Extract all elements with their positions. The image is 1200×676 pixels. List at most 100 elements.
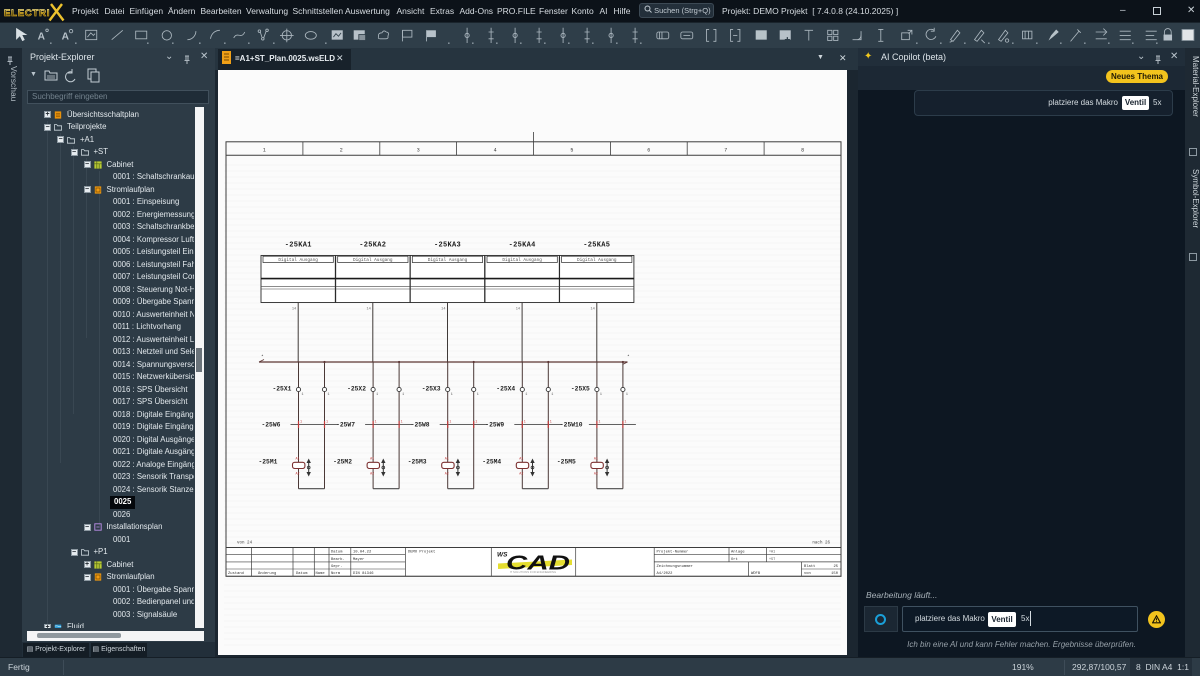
svg-text:6: 6 — [647, 148, 650, 154]
svg-text:+ST: +ST — [769, 558, 775, 562]
svg-text:-25KA3: -25KA3 — [434, 242, 461, 250]
svg-text:1: 1 — [402, 393, 404, 397]
svg-text:1: 1 — [302, 393, 304, 397]
svg-text:1: 1 — [449, 421, 451, 425]
svg-text:1: 1 — [328, 393, 330, 397]
svg-text:A1: A1 — [519, 458, 523, 462]
svg-text:Digital Ausgang: Digital Ausgang — [278, 258, 318, 263]
svg-text:Bearb.: Bearb. — [331, 557, 345, 562]
svg-text:1: 1 — [550, 421, 552, 425]
svg-text:14: 14 — [366, 308, 370, 312]
svg-text:-25KA1: -25KA1 — [285, 242, 312, 250]
svg-text:Gepr.: Gepr. — [331, 564, 342, 569]
svg-text:4: 4 — [494, 148, 497, 154]
svg-text:1: 1 — [598, 421, 600, 425]
svg-text:Ort: Ort — [731, 557, 738, 562]
svg-text:Zustand: Zustand — [228, 571, 244, 576]
svg-text:Zeichnungsnummer: Zeichnungsnummer — [657, 564, 693, 569]
svg-text:-25W10: -25W10 — [560, 422, 583, 429]
svg-text:A2: A2 — [370, 473, 374, 477]
svg-text:1: 1 — [477, 393, 479, 397]
svg-text:ELECTRI: ELECTRI — [4, 8, 50, 19]
svg-text:14: 14 — [292, 308, 296, 312]
svg-text:7: 7 — [724, 148, 727, 154]
svg-text:-25X5: -25X5 — [571, 386, 590, 393]
svg-text:150: 150 — [831, 572, 839, 576]
svg-text:1: 1 — [376, 393, 378, 397]
svg-text:-25M2: -25M2 — [333, 459, 352, 466]
svg-text:-25X4: -25X4 — [496, 386, 515, 393]
svg-text:A: A — [38, 32, 46, 43]
svg-text:-25W6: -25W6 — [262, 422, 281, 429]
svg-text:1: 1 — [551, 393, 553, 397]
svg-text:A2: A2 — [296, 473, 300, 477]
svg-text:nach 26: nach 26 — [812, 541, 830, 546]
svg-text:-25W7: -25W7 — [336, 422, 355, 429]
svg-text:-25W9: -25W9 — [485, 422, 504, 429]
svg-text:A1: A1 — [296, 458, 300, 462]
svg-text:=A1: =A1 — [769, 551, 775, 555]
svg-text:A2: A2 — [594, 473, 598, 477]
svg-text:1: 1 — [326, 421, 328, 425]
svg-text:Datum: Datum — [296, 572, 308, 576]
svg-text:1: 1 — [626, 393, 628, 397]
svg-text:1: 1 — [300, 421, 302, 425]
svg-text:1: 1 — [375, 421, 377, 425]
svg-text:DIN 81346: DIN 81346 — [353, 572, 374, 576]
svg-text:3: 3 — [417, 148, 420, 154]
svg-text:von: von — [804, 572, 811, 576]
svg-text:A1: A1 — [594, 458, 598, 462]
svg-text:-25M3: -25M3 — [408, 459, 427, 466]
svg-text:Blatt: Blatt — [804, 564, 815, 569]
svg-text:1: 1 — [624, 421, 626, 425]
svg-text:*: * — [627, 354, 630, 360]
svg-text:1: 1 — [600, 393, 602, 397]
svg-text:1: 1 — [524, 421, 526, 425]
svg-text:8: 8 — [801, 148, 804, 154]
svg-text:von 24: von 24 — [237, 542, 253, 546]
svg-text:IT SOLUTIONS FOR ENGINEERING: IT SOLUTIONS FOR ENGINEERING — [510, 570, 556, 574]
svg-text:WDFB: WDFB — [751, 572, 761, 576]
svg-text:*: * — [261, 354, 264, 360]
svg-text:A1: A1 — [445, 458, 449, 462]
svg-text:Anlage: Anlage — [731, 550, 745, 555]
svg-text:-25M1: -25M1 — [259, 459, 278, 466]
svg-text:A4/2022: A4/2022 — [657, 571, 674, 576]
svg-text:2: 2 — [340, 148, 343, 154]
svg-text:Datum: Datum — [331, 551, 343, 555]
svg-text:1: 1 — [401, 421, 403, 425]
svg-text:Digital Ausgang: Digital Ausgang — [353, 258, 393, 263]
svg-text:Digital Ausgang: Digital Ausgang — [428, 258, 468, 263]
svg-text:-25X2: -25X2 — [347, 386, 366, 393]
svg-text:-25M4: -25M4 — [482, 459, 501, 466]
svg-text:A2: A2 — [519, 473, 523, 477]
svg-text:Mayer: Mayer — [353, 557, 364, 562]
svg-text:1: 1 — [525, 393, 527, 397]
svg-text:-25KA4: -25KA4 — [509, 242, 536, 250]
svg-text:1: 1 — [451, 393, 453, 397]
svg-text:14: 14 — [516, 308, 520, 312]
svg-text:14: 14 — [441, 308, 445, 312]
svg-text:-25X1: -25X1 — [273, 386, 292, 393]
svg-text:-25M5: -25M5 — [557, 459, 576, 466]
svg-text:Änderung: Änderung — [258, 571, 276, 576]
svg-text:14: 14 — [590, 308, 594, 312]
svg-text:-25KA2: -25KA2 — [359, 242, 386, 250]
svg-text:10.04.22: 10.04.22 — [353, 551, 372, 555]
svg-text:DEMO Projekt: DEMO Projekt — [408, 550, 435, 555]
svg-text:25: 25 — [833, 565, 838, 569]
svg-text:Digital Ausgang: Digital Ausgang — [577, 258, 617, 263]
svg-text:1: 1 — [475, 421, 477, 425]
svg-text:Name: Name — [316, 572, 326, 576]
svg-text:Projekt-Nummer: Projekt-Nummer — [657, 550, 689, 555]
svg-text:-25X3: -25X3 — [422, 386, 441, 393]
svg-text:A2: A2 — [445, 473, 449, 477]
svg-text:1: 1 — [263, 148, 266, 154]
svg-text:Digital Ausgang: Digital Ausgang — [502, 258, 542, 263]
svg-text:-25KA5: -25KA5 — [583, 242, 610, 250]
svg-text:A1: A1 — [370, 458, 374, 462]
svg-text:Norm: Norm — [331, 571, 341, 576]
svg-text:A: A — [62, 32, 70, 43]
svg-text:-25W8: -25W8 — [411, 422, 430, 429]
svg-text:5: 5 — [570, 148, 573, 154]
